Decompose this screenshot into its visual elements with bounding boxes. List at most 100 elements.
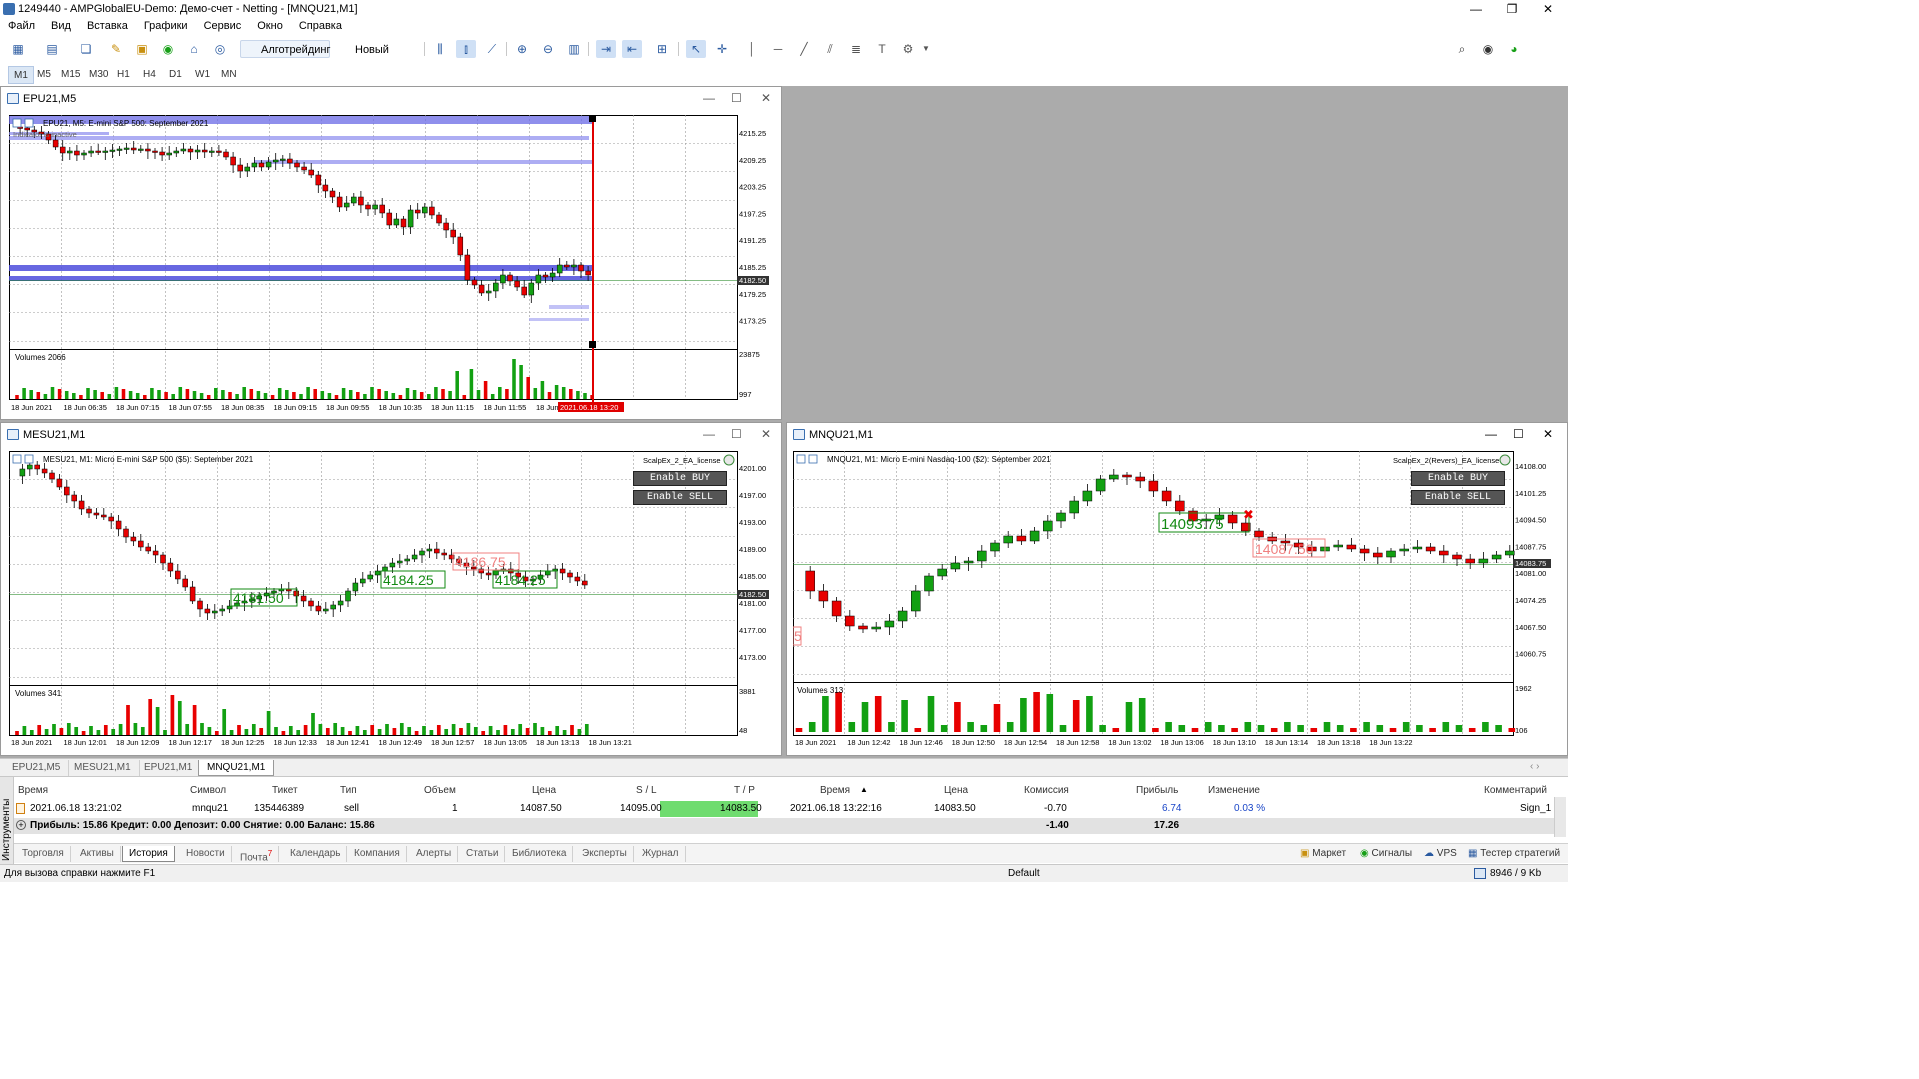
minimize-button[interactable]: — [703, 427, 715, 441]
candlestick-icon[interactable]: ⫾ [456, 40, 476, 58]
chart-tab[interactable]: EPU21,M5 [4, 760, 70, 776]
line-chart-icon[interactable]: ⟋ [482, 40, 502, 58]
chart-window-mesu[interactable]: MESU21,M1 — ☐ ✕ MESU21, M1: Micro E-mini… [0, 422, 782, 756]
new-chart-icon[interactable]: ▦ [8, 40, 28, 58]
auto-scroll-icon[interactable]: ⇥ [596, 40, 616, 58]
strategy-tester-button[interactable]: ▦ Тестер стратегий [1468, 846, 1560, 862]
close-button[interactable]: ✕ [761, 427, 771, 441]
enable-buy-button[interactable]: Enable BUY [1411, 471, 1505, 486]
col-header[interactable]: Тикет [272, 785, 298, 796]
col-header[interactable]: Время [18, 785, 48, 796]
minimize-button[interactable]: — [1458, 0, 1494, 18]
account-icon[interactable]: ◉ [1478, 40, 1498, 58]
tab-journal[interactable]: Журнал [636, 846, 686, 862]
tf-m15[interactable]: M15 [56, 66, 85, 84]
close-button[interactable]: ✕ [761, 91, 771, 105]
tab-scroll-arrows[interactable]: ‹ › [1530, 761, 1539, 772]
chart-tab-active[interactable]: MNQU21,M1 [198, 760, 275, 776]
col-header[interactable]: Объем [424, 785, 456, 796]
menu-tools[interactable]: Сервис [196, 18, 250, 32]
vertical-line-icon[interactable]: │ [742, 40, 762, 58]
tf-w1[interactable]: W1 [190, 66, 215, 84]
chart-shift-icon[interactable]: ⇤ [622, 40, 642, 58]
fibonacci-icon[interactable]: ≣ [846, 40, 866, 58]
maximize-button[interactable]: ☐ [731, 427, 742, 441]
col-header[interactable]: S / L [636, 785, 657, 796]
chart-window-mnq[interactable]: MNQU21,M1 — ☐ ✕ MNQU21, M1: Micro E-mini… [786, 422, 1568, 756]
menu-view[interactable]: Вид [43, 18, 79, 32]
col-header[interactable]: Тип [340, 785, 357, 796]
col-header[interactable]: Комиссия [1024, 785, 1069, 796]
navigator-icon[interactable]: ◉ [158, 40, 178, 58]
zoom-in-icon[interactable]: ⊕ [512, 40, 532, 58]
menu-file[interactable]: Файл [0, 18, 43, 32]
tab-mail[interactable]: Почта7 [234, 846, 280, 863]
tf-mn[interactable]: MN [216, 66, 242, 84]
tile-windows-icon[interactable]: ▥ [564, 40, 584, 58]
zoom-out-icon[interactable]: ⊖ [538, 40, 558, 58]
menu-help[interactable]: Справка [291, 18, 350, 32]
algotrading-button[interactable]: Алготрейдинг [240, 40, 330, 58]
table-row[interactable] [14, 801, 1554, 817]
maximize-button[interactable]: ☐ [731, 91, 742, 105]
tf-h1[interactable]: H1 [112, 66, 135, 84]
tab-news[interactable]: Новости [180, 846, 232, 862]
vertical-scrollbar[interactable] [1554, 797, 1566, 837]
templates-icon[interactable]: ❏ [76, 40, 96, 58]
minimize-button[interactable]: — [1485, 427, 1497, 441]
close-button[interactable]: ✕ [1543, 427, 1553, 441]
new-order-button[interactable]: Новый ордер [334, 40, 418, 74]
status-profile[interactable]: Default [1008, 868, 1040, 879]
tab-assets[interactable]: Активы [74, 846, 121, 862]
minimize-button[interactable]: — [703, 91, 715, 105]
menu-insert[interactable]: Вставка [79, 18, 136, 32]
col-header[interactable]: T / P [734, 785, 755, 796]
crosshair-icon[interactable]: ✛ [712, 40, 732, 58]
col-header[interactable]: Время [820, 785, 850, 796]
plus-icon[interactable]: + [16, 820, 26, 830]
vps-button[interactable]: ☁ VPS [1424, 846, 1457, 862]
tf-h4[interactable]: H4 [138, 66, 161, 84]
tab-history[interactable]: История [122, 846, 175, 862]
chevron-down-icon[interactable]: ▼ [916, 40, 936, 58]
menu-charts[interactable]: Графики [136, 18, 196, 32]
market-watch-icon[interactable]: ✎ [106, 40, 126, 58]
equidistant-channel-icon[interactable]: ⫽ [820, 40, 840, 58]
menu-window[interactable]: Окно [249, 18, 291, 32]
strategy-tester-icon[interactable]: ◎ [210, 40, 230, 58]
chart-window-epu[interactable]: EPU21,M5 — ☐ ✕ EPU21, M5: E-mini S&P 500… [0, 86, 782, 420]
tab-experts[interactable]: Эксперты [576, 846, 634, 862]
col-header[interactable]: Комментарий [1484, 785, 1547, 796]
cursor-icon[interactable]: ↖ [686, 40, 706, 58]
trendline-icon[interactable]: ╱ [794, 40, 814, 58]
maximize-button[interactable]: ☐ [1513, 427, 1524, 441]
tab-company[interactable]: Компания [348, 846, 407, 862]
text-icon[interactable]: T [872, 40, 892, 58]
restore-button[interactable]: ❐ [1494, 0, 1530, 18]
col-header[interactable]: Символ [190, 785, 226, 796]
tf-m30[interactable]: M30 [84, 66, 113, 84]
indicators-icon[interactable]: ⊞ [652, 40, 672, 58]
data-window-icon[interactable]: ▣ [132, 40, 152, 58]
chart-tab[interactable]: EPU21,M1 [136, 760, 202, 776]
col-header[interactable]: Цена [532, 785, 556, 796]
enable-sell-button[interactable]: Enable SELL [633, 490, 727, 505]
market-button[interactable]: ▣ Маркет [1300, 846, 1346, 862]
tf-m1[interactable]: M1 [8, 66, 34, 84]
col-header[interactable]: Изменение [1208, 785, 1260, 796]
col-header[interactable]: Цена [944, 785, 968, 796]
signals-button[interactable]: ◉ Сигналы [1360, 846, 1412, 862]
tf-m5[interactable]: M5 [32, 66, 56, 84]
enable-buy-button[interactable]: Enable BUY [633, 471, 727, 486]
shapes-icon[interactable]: ⚙ [898, 40, 918, 58]
tab-alerts[interactable]: Алерты [410, 846, 459, 862]
tab-trade[interactable]: Торговля [16, 846, 71, 862]
tf-d1[interactable]: D1 [164, 66, 187, 84]
horizontal-line-icon[interactable]: ─ [768, 40, 788, 58]
close-button[interactable]: ✕ [1530, 0, 1566, 18]
chart-tab[interactable]: MESU21,M1 [66, 760, 140, 776]
epu-chart[interactable]: EPU21, M5: E-mini S&P 500: September 202… [9, 115, 779, 415]
enable-sell-button[interactable]: Enable SELL [1411, 490, 1505, 505]
tab-calendar[interactable]: Календарь [284, 846, 348, 862]
bar-chart-icon[interactable]: ⫼ [430, 40, 450, 58]
